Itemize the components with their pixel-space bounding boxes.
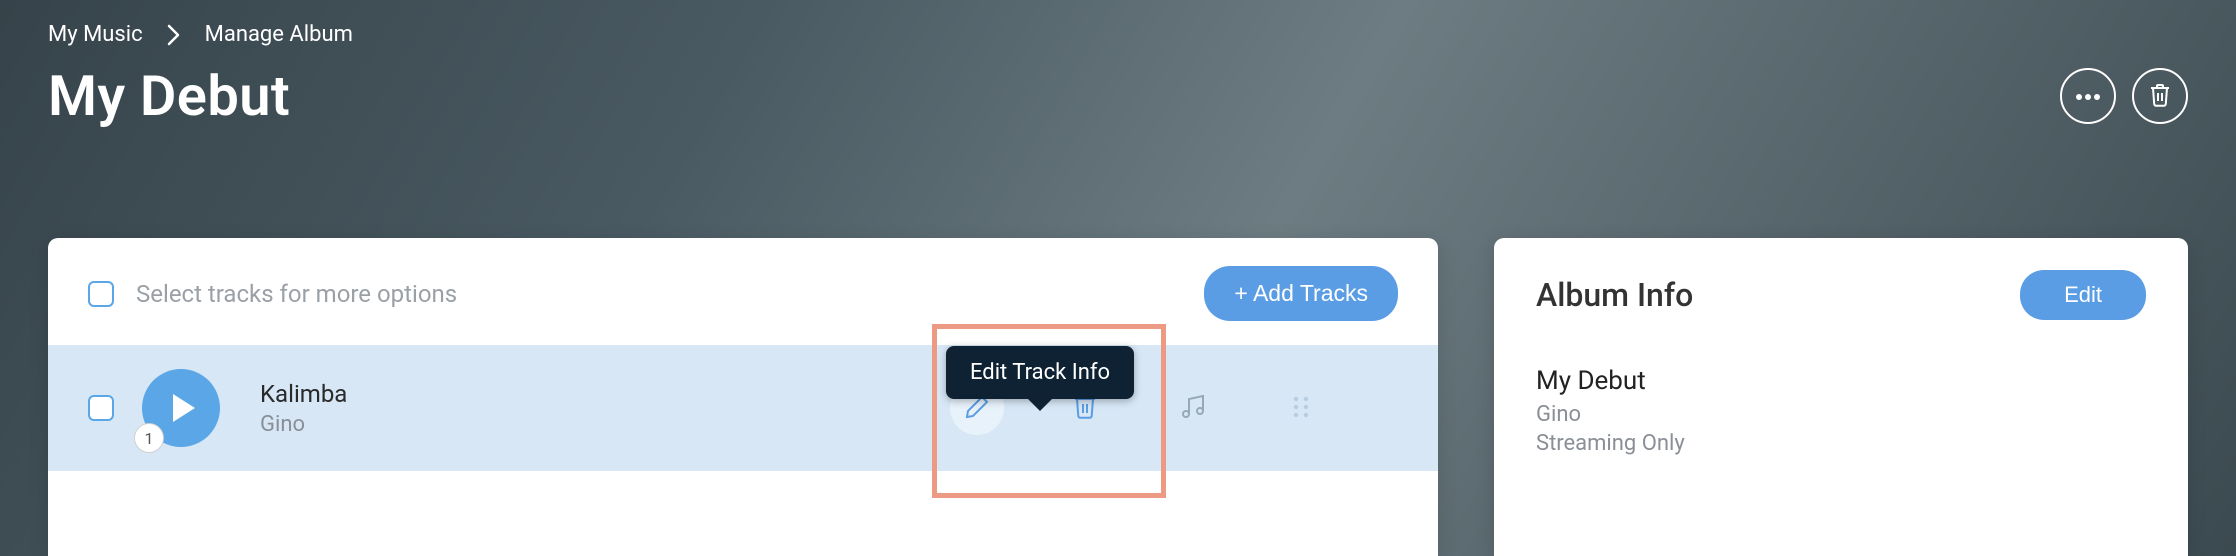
page-title: My Debut (48, 63, 290, 129)
breadcrumb-manage-album[interactable]: Manage Album (205, 22, 353, 47)
album-mode: Streaming Only (1536, 431, 2146, 456)
track-artist: Gino (260, 412, 347, 437)
track-index-badge: 1 (134, 423, 164, 453)
breadcrumb: My Music Manage Album (48, 22, 2188, 47)
album-artist: Gino (1536, 402, 2146, 427)
select-all-checkbox[interactable] (88, 281, 114, 307)
album-name: My Debut (1536, 366, 2146, 396)
drag-icon (1291, 394, 1311, 423)
album-info-title: Album Info (1536, 276, 1693, 314)
track-music-button[interactable] (1166, 381, 1220, 435)
more-horizontal-icon (2075, 89, 2101, 104)
track-checkbox[interactable] (88, 395, 114, 421)
chevron-right-icon (167, 24, 181, 46)
select-tracks-label: Select tracks for more options (136, 280, 457, 308)
drag-handle[interactable] (1274, 381, 1328, 435)
album-info-panel: Album Info Edit My Debut Gino Streaming … (1494, 238, 2188, 556)
music-note-icon (1181, 394, 1205, 423)
edit-track-tooltip: Edit Track Info (946, 346, 1134, 399)
track-row[interactable]: 1 Kalimba Gino (48, 345, 1438, 471)
edit-album-button[interactable]: Edit (2020, 270, 2146, 320)
play-icon (173, 394, 195, 422)
breadcrumb-my-music[interactable]: My Music (48, 22, 143, 47)
more-options-button[interactable] (2060, 68, 2116, 124)
trash-icon (2149, 83, 2171, 110)
delete-album-button[interactable] (2132, 68, 2188, 124)
tracks-panel: Select tracks for more options + Add Tra… (48, 238, 1438, 556)
add-tracks-button[interactable]: + Add Tracks (1204, 266, 1398, 321)
track-title: Kalimba (260, 380, 347, 408)
